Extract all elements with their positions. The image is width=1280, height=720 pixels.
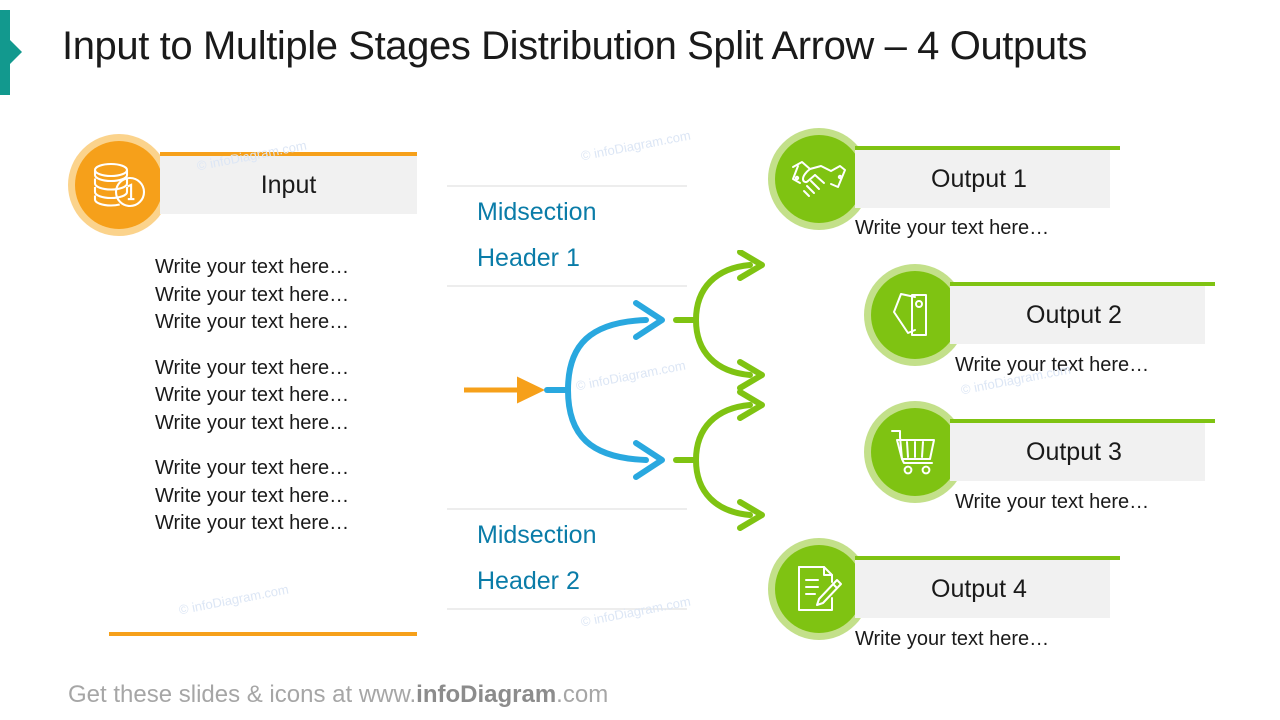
input-pill: Input <box>160 152 417 214</box>
input-text-line: Write your text here… <box>155 356 350 379</box>
output-3-label: Output 3 <box>1026 437 1122 466</box>
blue-split-arrows <box>544 300 665 480</box>
footer-text: Get these slides & icons at www.infoDiag… <box>68 681 608 709</box>
watermark: © infoDiagram.com <box>579 127 692 164</box>
price-tags-icon <box>893 293 927 336</box>
output-4-label: Output 4 <box>931 574 1027 603</box>
document-edit-icon <box>798 566 842 611</box>
green-output-arrows-upper <box>673 250 765 391</box>
input-text-line: Write your text here… <box>155 457 350 479</box>
handshake-icon <box>792 161 846 197</box>
input-icon-inner <box>75 141 163 229</box>
output-1-label-box: Output 1 <box>855 150 1110 208</box>
output-3-icon-inner <box>871 408 959 496</box>
output-2-label: Output 2 <box>1026 300 1122 329</box>
input-text-block: Write your text here… Write your text he… <box>155 254 435 538</box>
output-2-caption: Write your text here… <box>955 354 1150 376</box>
output-4-icon-inner <box>775 545 863 633</box>
output-3-label-box: Output 3 <box>950 423 1205 481</box>
page-title: Input to Multiple Stages Distribution Sp… <box>62 24 1088 68</box>
input-text-line: Write your text here… <box>155 484 350 507</box>
output-4-label-box: Output 4 <box>855 560 1110 618</box>
input-text-line: Write your text here… <box>155 256 350 278</box>
output-1-caption: Write your text here… <box>855 217 1050 239</box>
output-1-icon-inner <box>775 135 863 223</box>
input-text-line: Write your text here… <box>155 311 350 333</box>
input-icon-circle <box>68 134 170 236</box>
input-text-group-2: Write your text here… Write your text he… <box>155 355 435 438</box>
input-text-line: Write your text here… <box>155 512 350 534</box>
output-2-icon-inner <box>871 271 959 359</box>
coins-stack-icon <box>93 162 146 208</box>
input-text-line: Write your text here… <box>155 283 350 306</box>
midsection-1-line-1: Midsection <box>477 198 597 226</box>
input-text-line: Write your text here… <box>155 384 350 406</box>
output-4-caption: Write your text here… <box>855 628 1050 650</box>
output-3-pill: Output 3 <box>950 419 1215 481</box>
output-1-label: Output 1 <box>931 164 1027 193</box>
watermark: © infoDiagram.com <box>177 581 290 618</box>
teal-accent-arrow-icon <box>10 40 22 64</box>
output-1-pill: Output 1 <box>855 146 1120 208</box>
footer-brand: infoDiagram <box>416 681 557 708</box>
output-2-label-box: Output 2 <box>950 286 1205 344</box>
output-3-caption: Write your text here… <box>955 491 1150 513</box>
split-arrow-diagram <box>464 250 765 531</box>
input-bottom-rule <box>109 632 417 636</box>
input-text-group-3: Write your text here… Write your text he… <box>155 455 435 538</box>
input-label: Input <box>260 170 317 199</box>
output-2-pill: Output 2 <box>950 282 1215 344</box>
midsection-rule-bottom <box>447 608 687 610</box>
input-text-group-1: Write your text here… Write your text he… <box>155 254 435 337</box>
shopping-cart-icon <box>891 430 935 475</box>
teal-accent-bar <box>0 10 10 95</box>
input-label-box: Input <box>160 156 417 214</box>
output-4-pill: Output 4 <box>855 556 1120 618</box>
midsection-2-line-2: Header 2 <box>477 567 580 595</box>
green-output-arrows-lower <box>673 389 765 531</box>
footer-prefix: Get these slides & icons at www. <box>68 681 417 708</box>
input-text-line: Write your text here… <box>155 411 350 434</box>
footer-suffix: .com <box>556 681 609 708</box>
